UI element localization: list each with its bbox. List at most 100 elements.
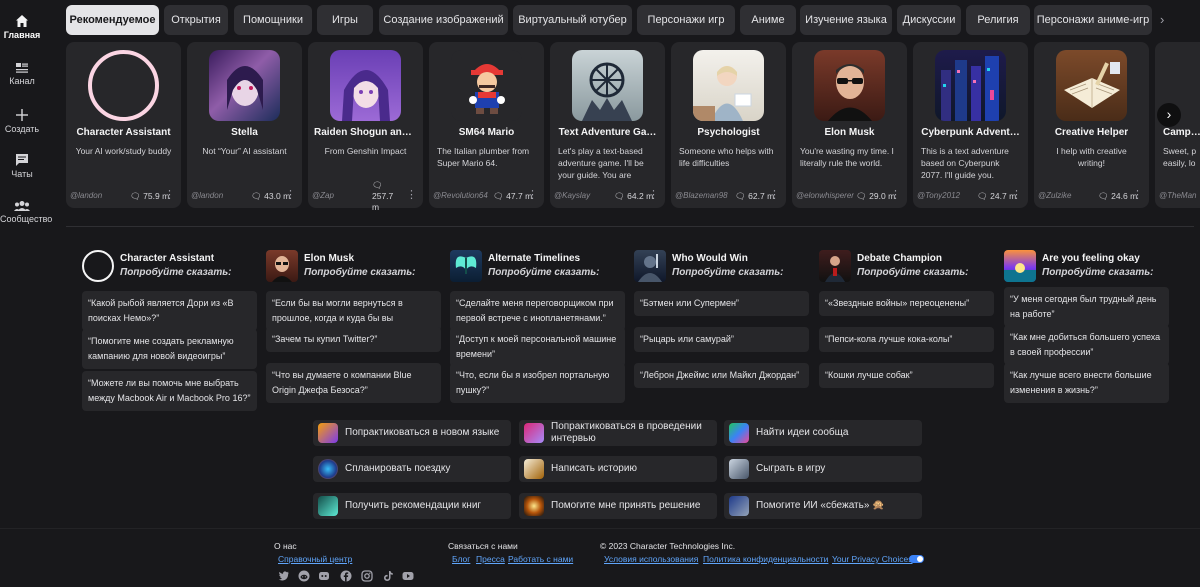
reddit-icon[interactable] — [298, 570, 310, 582]
tab-game-characters[interactable]: Персонажи игр — [637, 5, 735, 35]
character-author[interactable]: @Kayslay — [554, 191, 612, 200]
character-card[interactable]: Psychologist Someone who helps with life… — [671, 42, 786, 208]
tab-helpers[interactable]: Помощники — [234, 5, 312, 35]
tiktok-icon[interactable] — [382, 570, 394, 582]
character-author[interactable]: @elonwhisperer — [796, 191, 854, 200]
instagram-icon[interactable] — [361, 570, 373, 582]
character-card[interactable]: Character Assistant Your AI work/study b… — [66, 42, 181, 208]
character-card[interactable]: Creative Helper I help with creative wri… — [1034, 42, 1149, 208]
suggestion-header[interactable]: Elon Musk Попробуйте сказать: — [266, 250, 441, 286]
more-options-icon[interactable]: ⋮ — [1011, 188, 1022, 201]
character-author[interactable]: @Revolution64 — [433, 191, 491, 200]
character-card[interactable]: Elon Musk You're wasting my time. I lite… — [792, 42, 907, 208]
suggestion-prompt[interactable]: “Доступ к моей персональной машине време… — [450, 327, 625, 367]
suggestion-prompt[interactable]: “Кошки лучше собак” — [819, 363, 994, 388]
footer-terms-link[interactable]: Условия использования — [604, 554, 698, 564]
sidebar-item-create[interactable]: Создать — [0, 108, 44, 134]
suggestion-header[interactable]: Are you feeling okay Попробуйте сказать: — [1004, 250, 1179, 286]
character-author[interactable]: @Zulzike — [1038, 191, 1096, 200]
character-author[interactable]: @landon — [191, 191, 249, 200]
more-options-icon[interactable]: ⋮ — [890, 188, 901, 201]
carousel-next-icon[interactable]: › — [1157, 103, 1181, 127]
footer-help-center-link[interactable]: Справочный центр — [278, 554, 352, 564]
action-practice-interview[interactable]: Попрактиковаться в проведении интервью — [519, 420, 717, 446]
tabs-scroll-right-icon[interactable]: › — [1160, 12, 1164, 27]
footer-privacy-choices-link[interactable]: Your Privacy Choices — [832, 554, 912, 564]
footer-press-link[interactable]: Пресса — [476, 554, 505, 564]
suggestion-prompt[interactable]: “Как мне добиться большего успеха в свое… — [1004, 325, 1169, 365]
action-play-game[interactable]: Сыграть в игру — [724, 456, 922, 482]
suggestion-prompt[interactable]: “Какой рыбой является Дори из «В поисках… — [82, 291, 257, 331]
more-options-icon[interactable]: ⋮ — [285, 188, 296, 201]
sidebar-item-community[interactable]: Сообщество — [0, 200, 52, 224]
character-author[interactable]: @landon — [70, 191, 128, 200]
action-write-story[interactable]: Написать историю — [519, 456, 717, 482]
tab-discover[interactable]: Открытия — [164, 5, 228, 35]
character-author[interactable]: @Tony2012 — [917, 191, 975, 200]
suggestion-prompt[interactable]: “Помогите мне создать рекламную кампанию… — [82, 329, 257, 369]
suggestion-prompt[interactable]: “«Звездные войны» переоценены” — [819, 291, 994, 316]
action-practice-language[interactable]: Попрактиковаться в новом языке — [313, 420, 511, 446]
action-brainstorm[interactable]: Найти идеи сообща — [724, 420, 922, 446]
character-description: The Italian plumber from Super Mario 64. — [437, 146, 530, 168]
action-book-recommendations[interactable]: Получить рекомендации книг — [313, 493, 511, 519]
tab-anime-game-characters[interactable]: Персонажи аниме-игр — [1034, 5, 1152, 35]
character-card[interactable]: Text Adventure Ga… Let's play a text-bas… — [550, 42, 665, 208]
sidebar-item-label: Канал — [9, 76, 35, 86]
category-tabs: Рекомендуемое Открытия Помощники Игры Со… — [66, 5, 1200, 35]
more-options-icon[interactable]: ⋮ — [164, 188, 175, 201]
suggestion-header[interactable]: Character Assistant Попробуйте сказать: — [82, 250, 257, 286]
tab-image-generation[interactable]: Создание изображений — [379, 5, 508, 35]
tab-vtuber[interactable]: Виртуальный ютубер — [513, 5, 632, 35]
more-options-icon[interactable]: ⋮ — [406, 188, 417, 201]
twitter-icon[interactable] — [278, 570, 290, 582]
tab-religion[interactable]: Религия — [966, 5, 1030, 35]
suggestion-header[interactable]: Alternate Timelines Попробуйте сказать: — [450, 250, 625, 286]
privacy-toggle-icon[interactable] — [909, 555, 924, 563]
more-options-icon[interactable]: ⋮ — [527, 188, 538, 201]
character-author[interactable]: @Blazeman98 — [675, 191, 733, 200]
suggestion-prompt[interactable]: “Сделайте меня переговорщиком при первой… — [450, 291, 625, 331]
character-avatar — [634, 250, 666, 282]
tab-language-learning[interactable]: Изучение языка — [800, 5, 892, 35]
plus-icon — [16, 109, 28, 121]
suggestion-prompt[interactable]: “Что, если бы я изобрел портальную пушку… — [450, 363, 625, 403]
character-card[interactable]: SM64 Mario The Italian plumber from Supe… — [429, 42, 544, 208]
suggestion-prompt[interactable]: “Рыцарь или самурай” — [634, 327, 809, 352]
footer-privacy-link[interactable]: Политика конфиденциальности — [703, 554, 828, 564]
action-help-ai-escape[interactable]: Помогите ИИ «сбежать» 🙊 — [724, 493, 922, 519]
youtube-icon[interactable] — [402, 570, 414, 582]
suggestion-prompt[interactable]: “Что вы думаете о компании Blue Origin Д… — [266, 363, 441, 403]
suggestion-header[interactable]: Who Would Win Попробуйте сказать: — [634, 250, 809, 286]
character-card[interactable]: Raiden Shogun and… From Genshin Impact @… — [308, 42, 423, 210]
footer-jobs-link[interactable]: Работать с нами — [508, 554, 573, 564]
action-plan-trip[interactable]: Спланировать поездку — [313, 456, 511, 482]
suggestion-prompt[interactable]: “Зачем ты купил Twitter?” — [266, 327, 441, 352]
suggestion-prompt[interactable]: “Если бы вы могли вернуться в прошлое, к… — [266, 291, 441, 331]
character-author[interactable]: @Zap — [312, 191, 370, 200]
footer-blog-link[interactable]: Блог — [452, 554, 470, 564]
tab-games[interactable]: Игры — [317, 5, 373, 35]
action-make-decision[interactable]: Помогите мне принять решение — [519, 493, 717, 519]
discord-icon[interactable] — [318, 570, 330, 582]
suggestion-prompt[interactable]: “Как лучше всего внести большие изменени… — [1004, 363, 1169, 403]
tab-anime[interactable]: Аниме — [740, 5, 796, 35]
suggestion-prompt[interactable]: “Леброн Джеймс или Майкл Джордан” — [634, 363, 809, 388]
tab-discussions[interactable]: Дискуссии — [897, 5, 961, 35]
more-options-icon[interactable]: ⋮ — [1132, 188, 1143, 201]
more-options-icon[interactable]: ⋮ — [769, 188, 780, 201]
sidebar-item-chats[interactable]: Чаты — [0, 153, 44, 179]
suggestion-prompt[interactable]: “Можете ли вы помочь мне выбрать между M… — [82, 371, 257, 411]
suggestion-prompt[interactable]: “Бэтмен или Супермен” — [634, 291, 809, 316]
facebook-icon[interactable] — [340, 570, 352, 582]
suggestion-prompt[interactable]: “У меня сегодня был трудный день на рабо… — [1004, 287, 1169, 327]
more-options-icon[interactable]: ⋮ — [648, 188, 659, 201]
tab-recommended[interactable]: Рекомендуемое — [66, 5, 159, 35]
character-card[interactable]: Cyberpunk Advent… This is a text adventu… — [913, 42, 1028, 208]
character-author[interactable]: @TheMan — [1159, 191, 1199, 200]
suggestion-prompt[interactable]: “Пепси-кола лучше кока-колы” — [819, 327, 994, 352]
character-card[interactable]: Stella Not “Your” AI assistant @landon 🗨… — [187, 42, 302, 208]
sidebar-item-home[interactable]: Главная — [0, 14, 44, 40]
suggestion-header[interactable]: Debate Champion Попробуйте сказать: — [819, 250, 994, 286]
sidebar-item-feed[interactable]: Канал — [0, 62, 44, 86]
